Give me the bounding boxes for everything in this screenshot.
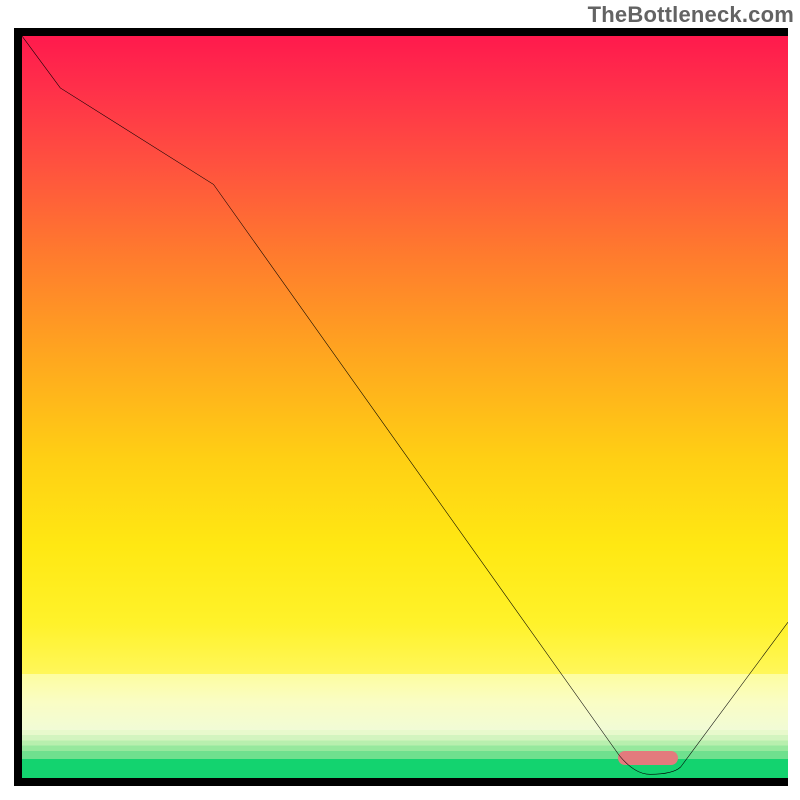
chart-container: TheBottleneck.com <box>0 0 800 800</box>
plot-inner <box>22 36 788 778</box>
curve-svg <box>22 36 788 778</box>
performance-curve <box>22 36 788 774</box>
attribution-label: TheBottleneck.com <box>588 2 794 28</box>
plot-frame <box>14 28 788 786</box>
